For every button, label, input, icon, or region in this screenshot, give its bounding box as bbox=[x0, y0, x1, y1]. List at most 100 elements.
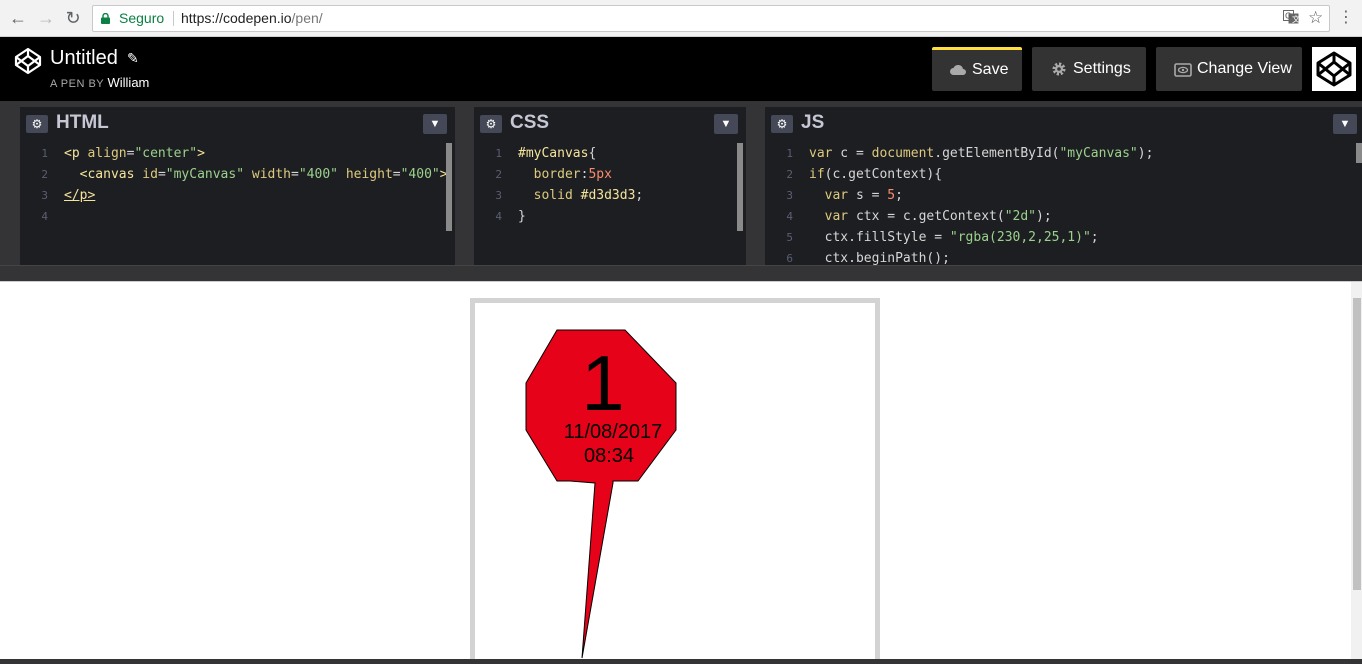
line-number: 4 bbox=[786, 210, 793, 223]
url-host: https://codepen.io bbox=[181, 10, 292, 26]
css-editor[interactable]: ⚙ CSS ▼ 1 #myCanvas{2 border:5px 3 solid #… bbox=[474, 107, 746, 265]
css-code[interactable]: 1 #myCanvas{2 border:5px 3 solid #d3d3d3; 4… bbox=[474, 143, 746, 227]
line-number: 3 bbox=[41, 189, 48, 202]
html-settings-gear-icon[interactable]: ⚙ bbox=[26, 115, 48, 133]
view-icon bbox=[1174, 63, 1192, 77]
html-code[interactable]: 1 <p align="center"> 2 <canvas id="myCanva… bbox=[20, 143, 455, 227]
marker-number: 1 bbox=[581, 339, 624, 427]
code-line[interactable]: 4 bbox=[20, 206, 455, 227]
code-text[interactable]: <p align="center"> bbox=[64, 143, 205, 164]
code-line[interactable]: 3 var s = 5; bbox=[765, 185, 1362, 206]
change-view-label: Change View bbox=[1197, 60, 1292, 77]
line-number: 2 bbox=[495, 168, 502, 181]
code-text[interactable]: solid #d3d3d3; bbox=[518, 185, 644, 206]
js-code[interactable]: 1 var c = document.getElementById("myCanv… bbox=[765, 143, 1362, 265]
pen-title[interactable]: Untitled bbox=[50, 47, 118, 70]
js-scrollbar[interactable] bbox=[1356, 143, 1362, 163]
user-avatar[interactable] bbox=[1312, 47, 1356, 91]
marker-graphic: 1 11/08/2017 08:34 bbox=[525, 329, 677, 659]
html-editor[interactable]: ⚙ HTML ▼ 1 <p align="center"> 2 <canvas id… bbox=[20, 107, 455, 265]
code-text[interactable]: var ctx = c.getContext("2d"); bbox=[809, 206, 1052, 227]
code-text[interactable]: } bbox=[518, 206, 526, 227]
code-text[interactable]: border:5px bbox=[518, 164, 612, 185]
save-button[interactable]: Save bbox=[932, 47, 1022, 91]
bookmark-star-icon[interactable]: ☆ bbox=[1308, 5, 1323, 30]
line-number: 1 bbox=[786, 147, 793, 160]
forward-arrow-icon[interactable]: → bbox=[36, 8, 56, 28]
marker-date: 11/08/2017 bbox=[564, 421, 663, 443]
code-line[interactable]: 2 <canvas id="myCanvas" width="400" heig… bbox=[20, 164, 455, 185]
code-text[interactable]: #myCanvas{ bbox=[518, 143, 596, 164]
marker-time: 08:34 bbox=[584, 445, 634, 467]
back-arrow-icon[interactable]: ← bbox=[8, 8, 28, 28]
line-number: 5 bbox=[786, 231, 793, 244]
js-editor-title: JS bbox=[801, 112, 825, 133]
code-text[interactable]: ctx.fillStyle = "rgba(230,2,25,1)"; bbox=[809, 227, 1099, 248]
line-number: 2 bbox=[786, 168, 793, 181]
line-number: 3 bbox=[495, 189, 502, 202]
code-line[interactable]: 1 var c = document.getElementById("myCanv… bbox=[765, 143, 1362, 164]
css-chevron-down-icon[interactable]: ▼ bbox=[714, 114, 738, 134]
edit-pencil-icon[interactable]: ✎ bbox=[127, 50, 139, 67]
my-canvas: 1 11/08/2017 08:34 bbox=[470, 298, 880, 664]
secure-label: Seguro bbox=[119, 10, 165, 26]
css-editor-title: CSS bbox=[510, 112, 550, 133]
code-line[interactable]: 4 var ctx = c.getContext("2d"); bbox=[765, 206, 1362, 227]
editor-resize-bar[interactable] bbox=[0, 265, 1362, 281]
settings-button[interactable]: Settings bbox=[1032, 47, 1146, 91]
html-editor-title: HTML bbox=[56, 112, 109, 133]
editor-resizer-2[interactable] bbox=[746, 107, 765, 265]
css-scrollbar[interactable] bbox=[737, 143, 743, 231]
css-editor-header: ⚙ CSS ▼ bbox=[474, 107, 746, 139]
code-line[interactable]: 6 ctx.beginPath(); bbox=[765, 248, 1362, 265]
html-editor-header: ⚙ HTML ▼ bbox=[20, 107, 455, 139]
preview-pane: 1 11/08/2017 08:34 bbox=[0, 281, 1362, 664]
preview-scrollbar[interactable] bbox=[1351, 282, 1362, 659]
code-text[interactable]: var s = 5; bbox=[809, 185, 903, 206]
code-text[interactable]: if(c.getContext){ bbox=[809, 164, 942, 185]
js-chevron-down-icon[interactable]: ▼ bbox=[1333, 114, 1357, 134]
reload-icon[interactable]: ↻ bbox=[63, 8, 83, 28]
code-line[interactable]: 2 border:5px bbox=[474, 164, 746, 185]
codepen-logo-icon[interactable] bbox=[14, 47, 42, 75]
author-name[interactable]: William bbox=[108, 75, 150, 90]
address-bar[interactable]: Seguro https://codepen.io/pen/ 文G ☆ bbox=[92, 5, 1330, 32]
css-settings-gear-icon[interactable]: ⚙ bbox=[480, 115, 502, 133]
code-line[interactable]: 1 #myCanvas{ bbox=[474, 143, 746, 164]
code-line[interactable]: 1 <p align="center"> bbox=[20, 143, 455, 164]
pen-byline: A PEN BY William bbox=[50, 75, 149, 90]
html-scrollbar[interactable] bbox=[446, 143, 452, 231]
code-text[interactable]: ctx.beginPath(); bbox=[809, 248, 950, 265]
code-line[interactable]: 2 if(c.getContext){ bbox=[765, 164, 1362, 185]
menu-kebab-icon[interactable]: ⋮ bbox=[1336, 8, 1356, 28]
code-line[interactable]: 3 solid #d3d3d3; bbox=[474, 185, 746, 206]
editor-area: ⚙ HTML ▼ 1 <p align="center"> 2 <canvas id… bbox=[0, 101, 1362, 281]
line-number: 1 bbox=[495, 147, 502, 160]
code-text[interactable]: var c = document.getElementById("myCanva… bbox=[809, 143, 1153, 164]
lock-icon bbox=[101, 13, 110, 24]
settings-label: Settings bbox=[1073, 60, 1131, 77]
translate-icon[interactable]: 文G bbox=[1283, 8, 1300, 33]
browser-toolbar: ← → ↻ Seguro https://codepen.io/pen/ 文G … bbox=[0, 0, 1362, 37]
svg-text:G: G bbox=[1285, 12, 1291, 21]
editor-resizer-1[interactable] bbox=[455, 107, 474, 265]
code-text[interactable]: </p> bbox=[64, 185, 95, 206]
code-line[interactable]: 4} bbox=[474, 206, 746, 227]
line-number: 3 bbox=[786, 189, 793, 202]
save-label: Save bbox=[972, 61, 1009, 78]
js-settings-gear-icon[interactable]: ⚙ bbox=[771, 115, 793, 133]
preview-scrollbar-thumb[interactable] bbox=[1353, 298, 1361, 590]
omnibox-divider bbox=[173, 11, 174, 26]
html-chevron-down-icon[interactable]: ▼ bbox=[423, 114, 447, 134]
js-editor[interactable]: ⚙ JS ▼ 1 var c = document.getElementById(… bbox=[765, 107, 1362, 265]
url-path: /pen/ bbox=[291, 10, 323, 26]
svg-text:文: 文 bbox=[1292, 14, 1299, 24]
code-text[interactable]: <canvas id="myCanvas" width="400" height… bbox=[64, 164, 448, 185]
code-line[interactable]: 3 </p> bbox=[20, 185, 455, 206]
gear-icon bbox=[1052, 62, 1066, 76]
editor-left-gutter bbox=[0, 107, 20, 265]
cloud-icon bbox=[950, 64, 966, 75]
js-editor-header: ⚙ JS ▼ bbox=[765, 107, 1362, 139]
code-line[interactable]: 5 ctx.fillStyle = "rgba(230,2,25,1)"; bbox=[765, 227, 1362, 248]
change-view-button[interactable]: Change View bbox=[1156, 47, 1302, 91]
